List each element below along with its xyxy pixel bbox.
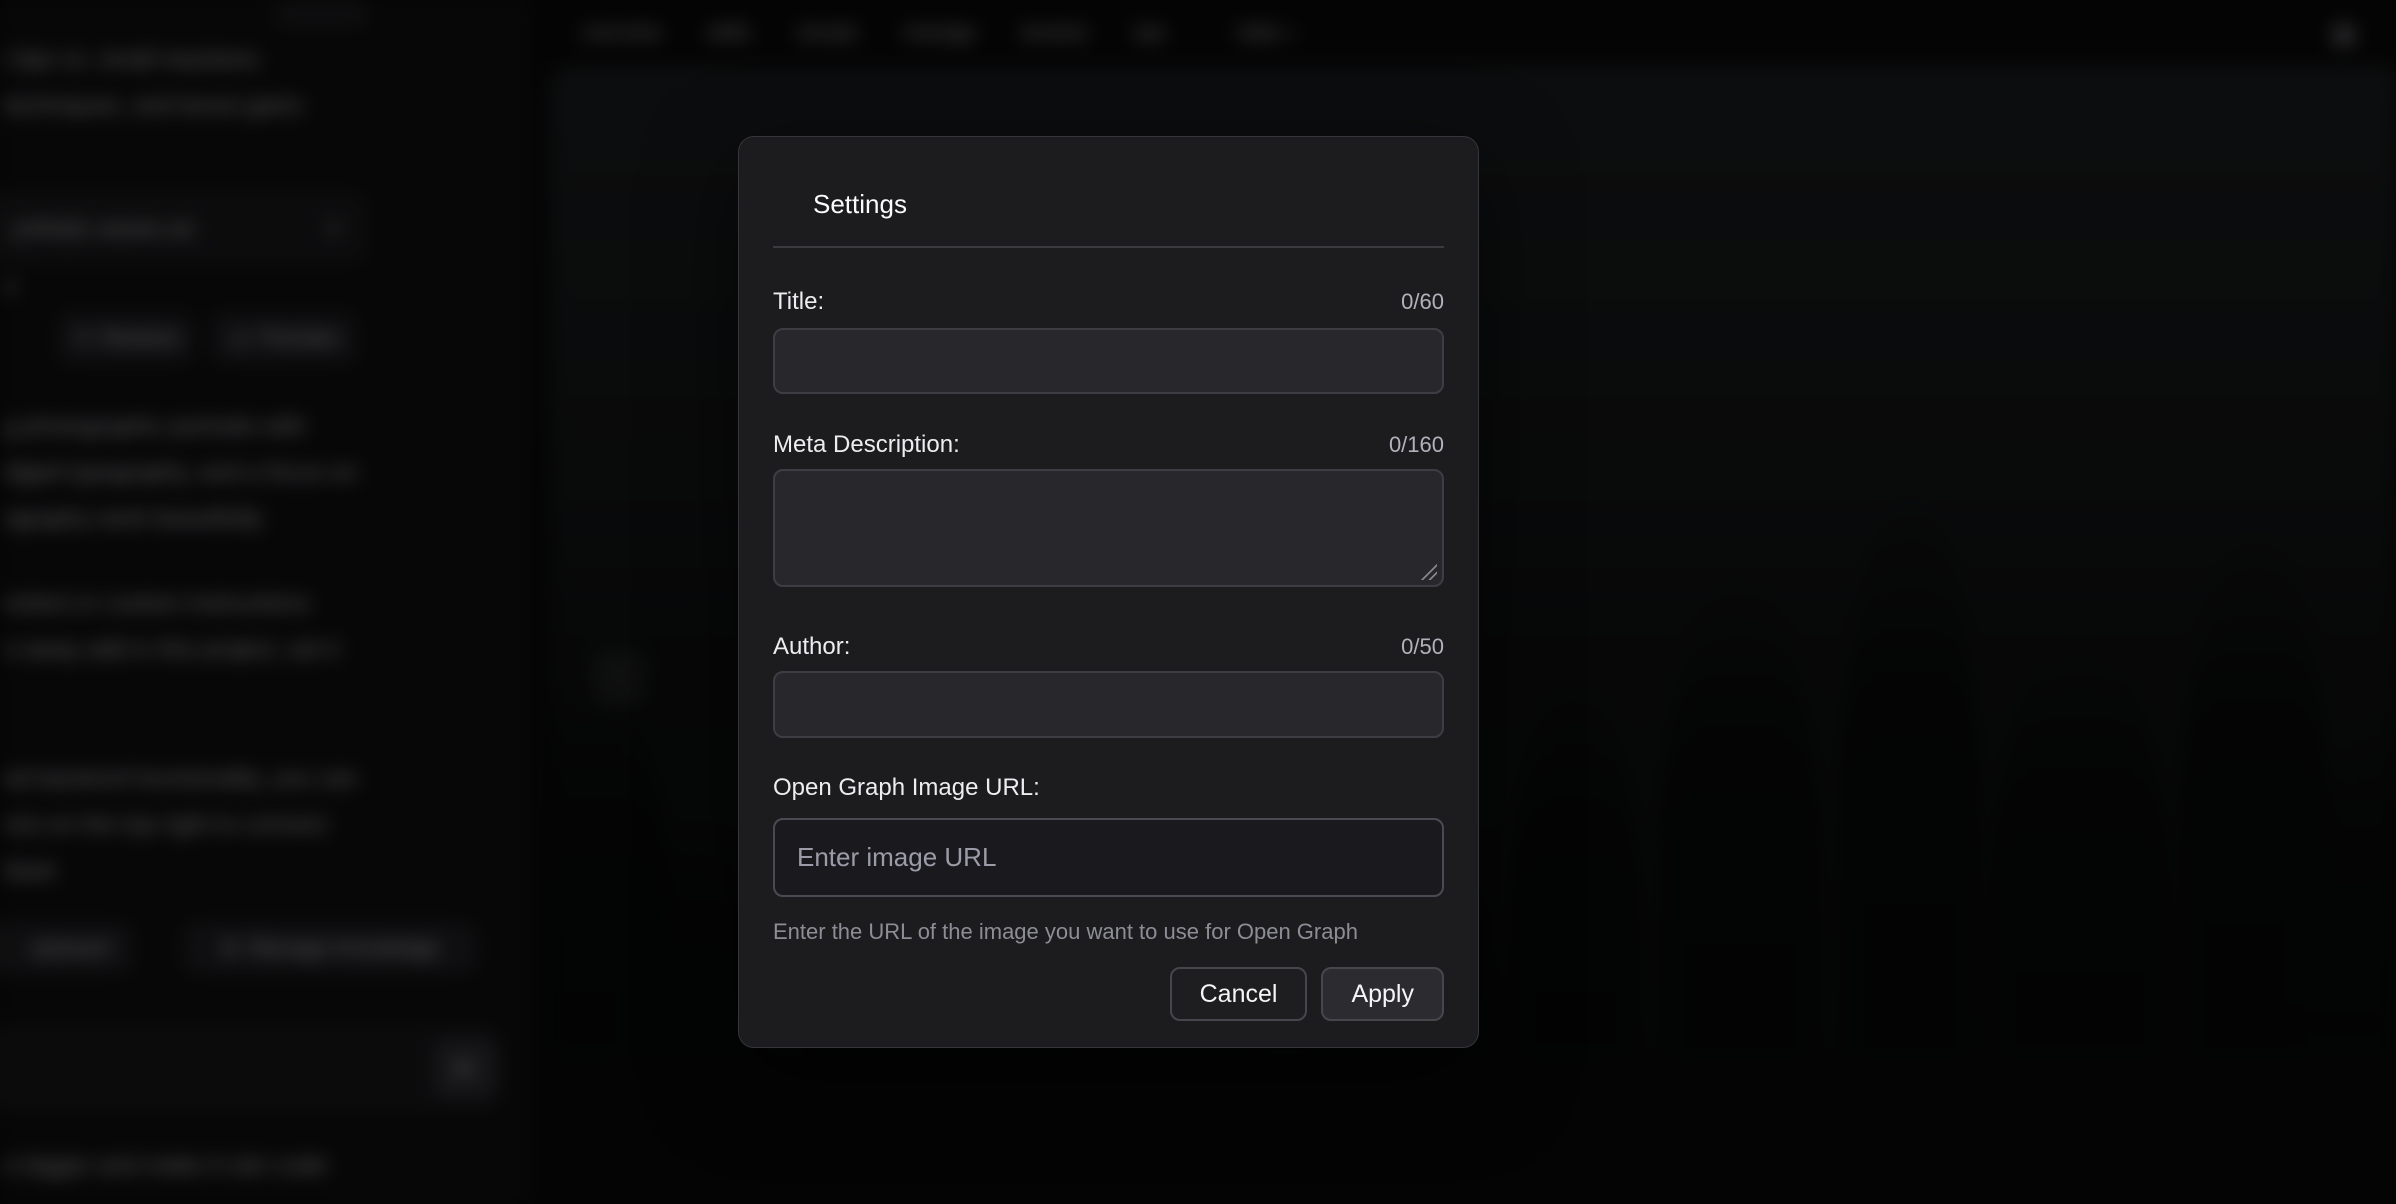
meta-description-field-label: Meta Description: [773, 431, 960, 459]
apply-button[interactable]: Apply [1321, 967, 1444, 1021]
cancel-button[interactable]: Cancel [1170, 967, 1308, 1021]
title-input[interactable] [773, 328, 1444, 394]
author-field-label: Author: [773, 633, 850, 661]
resize-handle-icon[interactable] [1420, 563, 1437, 580]
divider [773, 246, 1444, 248]
title-char-counter: 0/60 [1401, 289, 1444, 315]
settings-modal: Settings Title: 0/60 Meta Description: 0… [738, 136, 1479, 1048]
meta-description-textarea[interactable] [773, 469, 1444, 587]
og-image-url-field-label: Open Graph Image URL: [773, 774, 1040, 802]
og-image-url-helper-text: Enter the URL of the image you want to u… [773, 919, 1444, 945]
modal-title: Settings [813, 189, 1444, 220]
meta-description-char-counter: 0/160 [1389, 432, 1444, 458]
author-char-counter: 0/50 [1401, 634, 1444, 660]
og-image-url-input[interactable] [773, 818, 1444, 897]
app-screen: t tips vs. small reactions techniques, a… [0, 0, 2396, 1204]
author-input[interactable] [773, 671, 1444, 738]
title-field-label: Title: [773, 288, 824, 316]
